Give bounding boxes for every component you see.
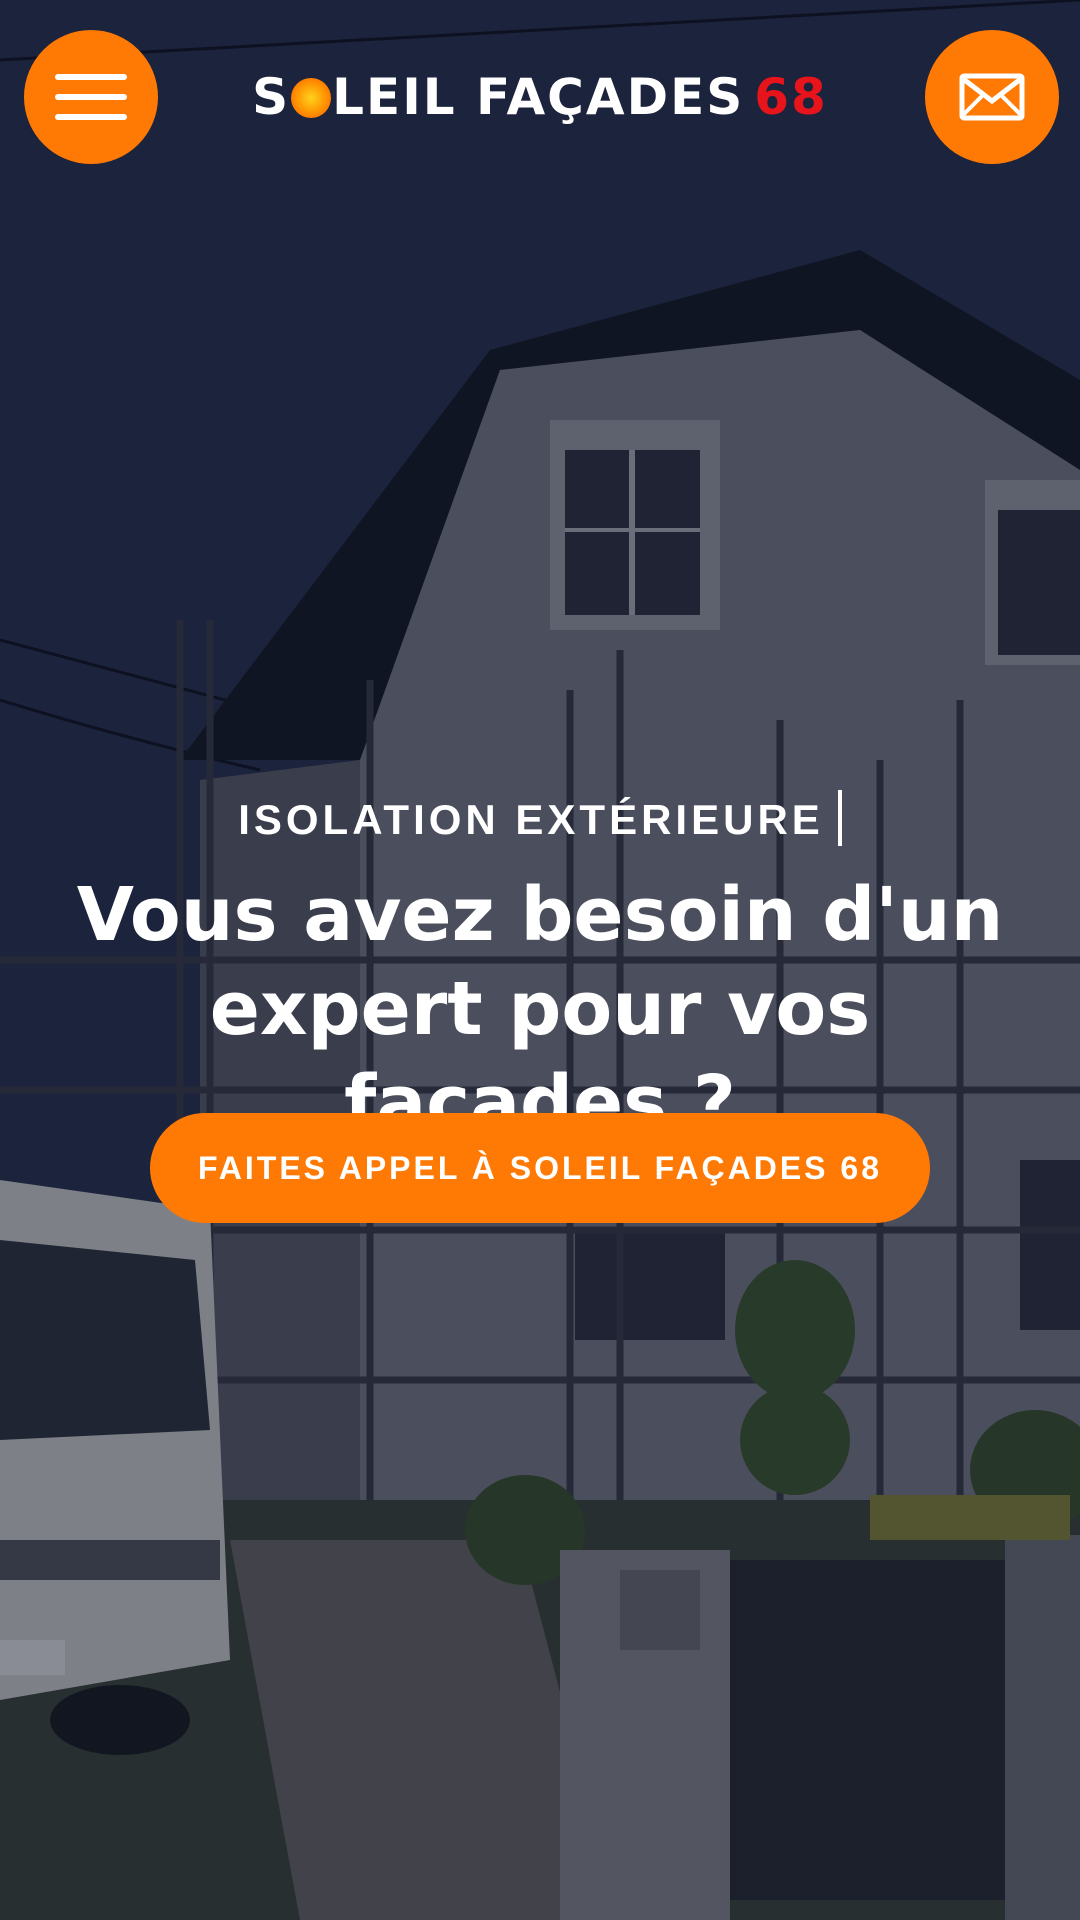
hero-eyebrow: ISOLATION EXTÉRIEURE: [0, 790, 1080, 847]
cta-call-button[interactable]: FAITES APPEL À SOLEIL FAÇADES 68: [150, 1113, 930, 1223]
hero-section: S LEIL FAÇADES 68 ISOLATION EXTÉRIEURE Vou…: [0, 0, 1080, 1920]
contact-mail-button[interactable]: [925, 30, 1059, 164]
eyebrow-text: ISOLATION EXTÉRIEURE: [238, 796, 824, 843]
logo-text-start: S: [252, 68, 291, 126]
logo-number: 68: [754, 68, 828, 126]
sun-logo-icon: [291, 78, 332, 118]
hero-headline: Vous avez besoin d'un expert pour vos fa…: [40, 868, 1040, 1150]
headline-line-1: Vous avez besoin d'un: [76, 872, 1004, 958]
typing-cursor: [837, 790, 842, 846]
envelope-icon: [959, 73, 1025, 121]
logo-text-end: LEIL FAÇADES: [332, 68, 745, 126]
site-logo[interactable]: S LEIL FAÇADES 68: [0, 64, 1080, 130]
